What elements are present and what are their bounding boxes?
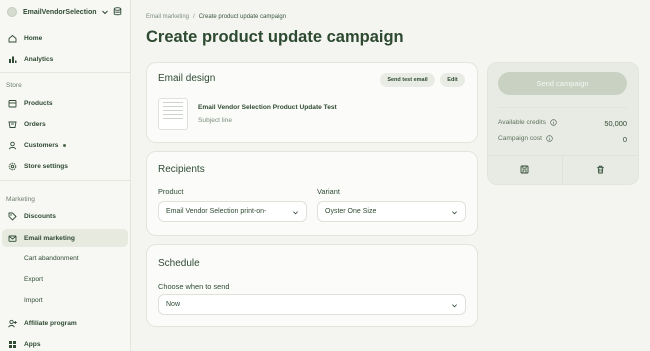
schedule-title: Schedule [158, 258, 200, 269]
sidebar-item-analytics[interactable]: Analytics [2, 50, 128, 68]
summary-footer-divider [487, 155, 639, 156]
available-credits-label: Available credits [498, 119, 557, 126]
campaign-cost-text: Campaign cost [498, 135, 542, 142]
info-icon[interactable] [546, 135, 553, 142]
sidebar-section-marketing: Marketing [6, 196, 35, 203]
sidebar-item-label: Apps [24, 340, 41, 348]
tag-icon [8, 212, 17, 221]
sidebar-item-email-marketing[interactable]: Email marketing [2, 229, 128, 247]
breadcrumb-current: Create product update campaign [198, 14, 287, 20]
breadcrumb: Email marketing / Create product update … [146, 14, 286, 20]
sidebar-item-label: Export [24, 275, 44, 283]
send-time-select-value: Now [166, 301, 181, 308]
send-campaign-button[interactable]: Send campaign [498, 72, 627, 95]
sidebar-item-label: Discounts [24, 212, 56, 220]
sidebar-item-label: Customers [24, 141, 59, 149]
sidebar-item-affiliate-program[interactable]: Affiliate program [2, 314, 128, 332]
sidebar-item-discounts[interactable]: Discounts [2, 207, 128, 225]
sidebar-item-label: Import [24, 296, 43, 304]
sidebar-item-orders[interactable]: Orders [2, 115, 128, 133]
sidebar-divider [0, 180, 131, 181]
database-icon[interactable] [113, 7, 122, 16]
summary-divider [498, 107, 627, 108]
campaign-cost-label: Campaign cost [498, 135, 553, 142]
email-name: Email Vendor Selection Product Update Te… [198, 104, 337, 111]
chevron-down-icon [101, 10, 108, 15]
available-credits-value: 50,000 [604, 119, 627, 128]
sidebar-item-label: Email marketing [24, 234, 75, 242]
page-title: Create product update campaign [146, 28, 404, 46]
sidebar-item-store-settings[interactable]: Store settings [2, 157, 128, 175]
sidebar-item-customers[interactable]: Customers [2, 136, 128, 154]
breadcrumb-parent-link[interactable]: Email marketing [146, 14, 189, 20]
product-select[interactable]: Email Vendor Selection print-on- [158, 201, 307, 222]
store-switcher[interactable]: EmailVendorSelection [7, 5, 127, 19]
recipients-title: Recipients [158, 164, 205, 175]
variant-select[interactable]: Oyster One Size [317, 201, 466, 222]
sidebar-item-label: Home [24, 34, 43, 42]
edit-button[interactable]: Edit [440, 73, 465, 87]
sidebar-item-label: Cart abandonment [24, 254, 79, 262]
send-time-select[interactable]: Now [158, 294, 466, 315]
trash-icon[interactable] [596, 165, 605, 174]
sidebar-item-label: Products [24, 99, 53, 107]
home-icon [8, 34, 17, 43]
sidebar-item-cart-abandonment[interactable]: Cart abandonment [2, 249, 128, 267]
notification-dot [63, 143, 67, 147]
person-icon [8, 141, 17, 150]
info-icon[interactable] [550, 119, 557, 126]
sidebar-item-home[interactable]: Home [2, 29, 128, 47]
sidebar-item-label: Affiliate program [24, 319, 77, 327]
product-label: Product [158, 187, 184, 196]
send-test-email-button[interactable]: Send test email [380, 73, 435, 87]
orders-icon [8, 120, 17, 129]
sidebar-item-apps[interactable]: Apps [2, 335, 128, 351]
email-design-title: Email design [158, 73, 216, 84]
variant-select-value: Oyster One Size [325, 208, 377, 215]
box-icon [8, 99, 17, 108]
save-icon[interactable] [520, 165, 529, 174]
summary-footer-separator [562, 156, 563, 184]
variant-label: Variant [317, 187, 340, 196]
sidebar-divider [0, 72, 131, 73]
available-credits-text: Available credits [498, 119, 546, 126]
apps-icon [8, 340, 17, 349]
campaign-cost-value: 0 [622, 135, 627, 144]
sidebar-item-products[interactable]: Products [2, 94, 128, 112]
sidebar-item-import[interactable]: Import [2, 291, 128, 309]
when-to-send-label: Choose when to send [158, 282, 230, 291]
subject-line: Subject line [198, 117, 233, 124]
mail-icon [8, 234, 17, 243]
gear-icon [8, 162, 17, 171]
sidebar-section-store: Store [6, 82, 22, 89]
bar-chart-icon [8, 55, 17, 64]
sidebar-item-label: Orders [24, 120, 46, 128]
person-add-icon [8, 319, 17, 328]
sidebar-item-label: Store settings [24, 162, 68, 170]
sidebar-item-label: Analytics [24, 55, 54, 63]
chevron-down-icon [293, 211, 298, 215]
email-thumbnail [158, 98, 188, 130]
sidebar: EmailVendorSelection Home Analytics Stor… [0, 0, 131, 351]
store-name: EmailVendorSelection [23, 8, 97, 16]
chevron-down-icon [452, 304, 457, 308]
sidebar-item-export[interactable]: Export [2, 270, 128, 288]
product-select-value: Email Vendor Selection print-on- [166, 208, 267, 215]
store-avatar [7, 7, 17, 17]
chevron-down-icon [452, 211, 457, 215]
breadcrumb-separator: / [193, 14, 195, 20]
